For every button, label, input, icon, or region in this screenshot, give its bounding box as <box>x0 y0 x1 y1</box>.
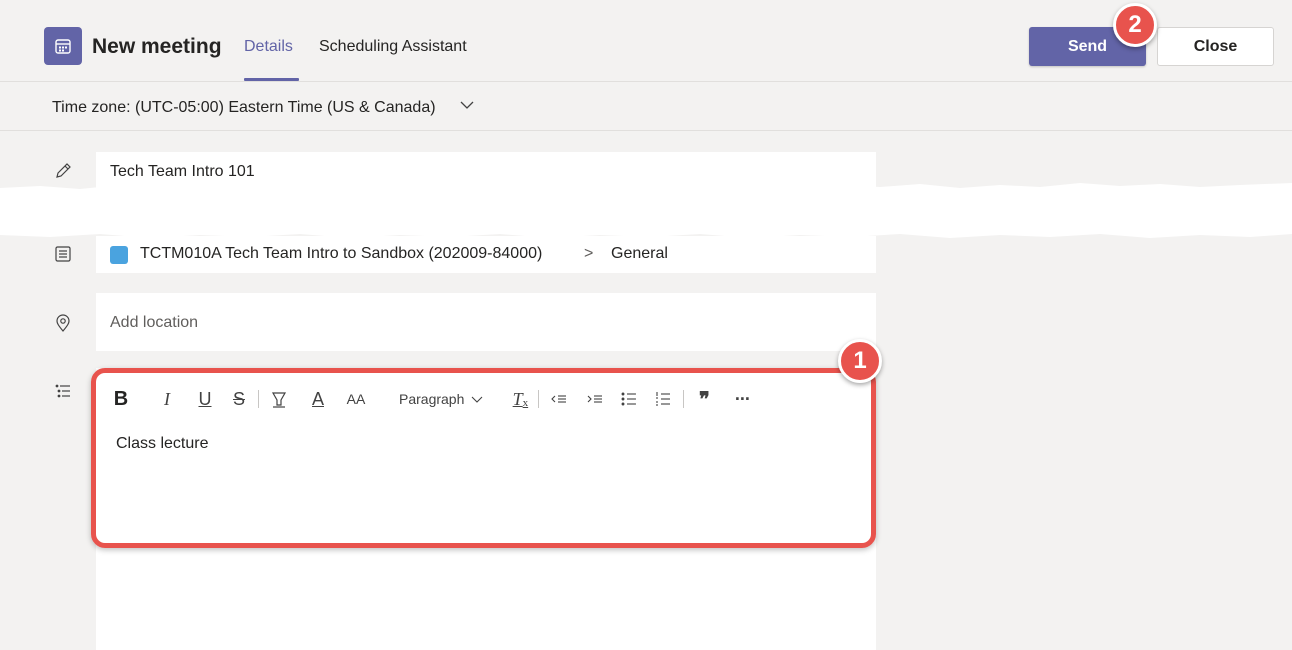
active-tab-indicator <box>244 78 299 81</box>
strikethrough-button[interactable]: S <box>228 385 250 413</box>
location-placeholder[interactable]: Add location <box>110 314 198 332</box>
underline-button[interactable]: U <box>194 385 216 413</box>
title-input-value[interactable]: Tech Team Intro 101 <box>110 163 255 181</box>
font-size-button[interactable]: AA <box>343 385 369 413</box>
numbering-icon[interactable] <box>651 385 675 413</box>
paragraph-dropdown[interactable]: Paragraph <box>399 385 484 413</box>
channel-field[interactable]: TCTM010A Tech Team Intro to Sandbox (202… <box>96 236 876 273</box>
toolbar-divider <box>683 390 685 408</box>
highlighter-icon[interactable] <box>267 385 291 413</box>
details-body-text[interactable]: Class lecture <box>116 435 208 453</box>
team-icon <box>110 246 128 264</box>
bullets-icon[interactable] <box>617 385 641 413</box>
chevron-down-icon[interactable] <box>458 96 476 119</box>
chevron-down-icon <box>472 396 483 403</box>
increase-indent-icon[interactable] <box>583 385 607 413</box>
chevron-right-icon: > <box>584 245 594 262</box>
toolbar-divider <box>538 390 540 408</box>
close-button[interactable]: Close <box>1157 27 1274 66</box>
bold-button[interactable]: B <box>110 385 132 413</box>
more-options-button[interactable]: ··· <box>730 385 754 413</box>
bullet-list-icon <box>52 380 74 402</box>
font-color-button[interactable]: A <box>307 385 329 413</box>
pencil-icon <box>52 160 74 182</box>
meeting-header: New meeting Details Scheduling Assistant… <box>0 10 1292 82</box>
location-pin-icon <box>52 312 74 334</box>
channel-list-icon <box>52 243 74 265</box>
formatting-toolbar: B I U S A AA Paragraph Tx ❞ ··· <box>110 384 754 414</box>
tab-details[interactable]: Details <box>244 38 293 56</box>
decrease-indent-icon[interactable] <box>547 385 571 413</box>
clear-format-label: T <box>512 388 523 409</box>
calendar-icon <box>44 27 82 65</box>
callout-badge-1: 1 <box>838 339 882 383</box>
tab-scheduling-assistant[interactable]: Scheduling Assistant <box>319 38 467 56</box>
location-field[interactable]: Add location <box>96 293 876 351</box>
italic-button[interactable]: I <box>156 385 178 413</box>
page-title: New meeting <box>92 35 222 58</box>
timezone-label[interactable]: Time zone: (UTC-05:00) Eastern Time (US … <box>52 99 436 117</box>
torn-paper-divider <box>0 183 1292 238</box>
paragraph-label: Paragraph <box>399 391 465 407</box>
toolbar-divider <box>258 390 259 408</box>
channel-team-name[interactable]: TCTM010A Tech Team Intro to Sandbox (202… <box>140 245 542 263</box>
clear-formatting-button[interactable]: Tx <box>508 385 532 413</box>
quote-button[interactable]: ❞ <box>692 385 716 413</box>
callout-badge-2: 2 <box>1113 3 1157 47</box>
timezone-row[interactable]: Time zone: (UTC-05:00) Eastern Time (US … <box>0 83 1292 131</box>
channel-name[interactable]: General <box>611 245 668 263</box>
